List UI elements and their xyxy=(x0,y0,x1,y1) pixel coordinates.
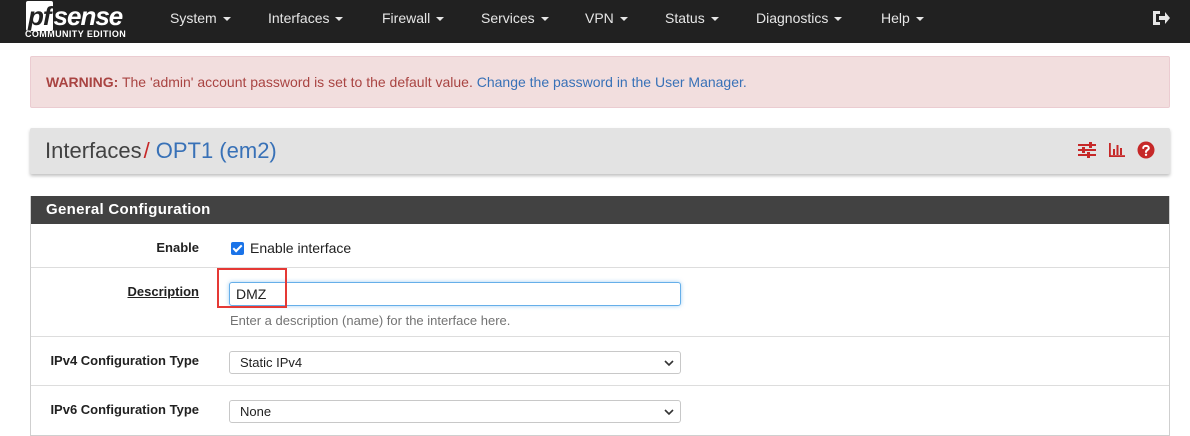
sign-out-icon[interactable] xyxy=(1151,9,1171,27)
nav-label: Diagnostics xyxy=(756,10,829,26)
breadcrumb-current[interactable]: OPT1 (em2) xyxy=(156,138,277,163)
ipv4-type-row: IPv4 Configuration Type Static IPv4 xyxy=(31,337,1169,386)
logo-pf-mark: pf xyxy=(26,1,53,31)
enable-row: Enable Enable interface xyxy=(31,224,1169,268)
change-password-link[interactable]: Change the password in the User Manager. xyxy=(477,74,747,90)
breadcrumb: Interfaces/OPT1 (em2) xyxy=(45,137,277,165)
description-row: Description Enter a description (name) f… xyxy=(31,268,1169,337)
nav-help-menu[interactable]: Help xyxy=(881,0,924,36)
enable-interface-label[interactable]: Enable interface xyxy=(250,240,351,256)
ipv6-type-select[interactable]: None xyxy=(229,400,681,423)
logo-edition: COMMUNITY EDITION xyxy=(25,29,127,39)
highlight-annotation xyxy=(217,268,287,308)
ipv6-type-selected: None xyxy=(240,404,272,419)
caret-down-icon xyxy=(915,17,924,22)
nav-services-menu[interactable]: Services xyxy=(481,0,549,36)
nav-label: System xyxy=(170,10,217,26)
breadcrumb-actions xyxy=(1071,141,1155,161)
nav-vpn-menu[interactable]: VPN xyxy=(585,0,628,36)
caret-down-icon xyxy=(222,17,231,22)
nav-system-menu[interactable]: System xyxy=(170,0,231,36)
breadcrumb-bar: Interfaces/OPT1 (em2) xyxy=(30,128,1170,174)
pfsense-logo[interactable]: pf sense COMMUNITY EDITION xyxy=(24,1,144,41)
panel-title: General Configuration xyxy=(31,196,1169,224)
ipv6-type-label: IPv6 Configuration Type xyxy=(50,402,199,417)
caret-down-icon xyxy=(335,17,344,22)
chevron-down-icon xyxy=(664,360,674,367)
general-configuration-panel: General Configuration Enable Enable inte… xyxy=(30,196,1170,436)
help-circle-icon[interactable] xyxy=(1137,141,1155,159)
nav-label: Help xyxy=(881,10,910,26)
logo-wordmark: pf sense xyxy=(26,1,123,31)
sliders-icon[interactable] xyxy=(1077,141,1097,159)
enable-interface-checkbox[interactable] xyxy=(231,242,244,255)
caret-down-icon xyxy=(834,17,843,22)
ipv4-type-selected: Static IPv4 xyxy=(240,355,303,370)
caret-down-icon xyxy=(540,17,549,22)
bar-chart-icon[interactable] xyxy=(1107,141,1127,159)
caret-down-icon xyxy=(436,17,445,22)
nav-label: Status xyxy=(665,10,705,26)
description-input[interactable] xyxy=(229,282,681,306)
nav-label: Interfaces xyxy=(268,10,330,26)
nav-label: VPN xyxy=(585,10,614,26)
warning-prefix: WARNING: xyxy=(46,74,119,90)
nav-interfaces-menu[interactable]: Interfaces xyxy=(268,0,344,36)
ipv4-type-label: IPv4 Configuration Type xyxy=(50,353,199,368)
chevron-down-icon xyxy=(664,409,674,416)
nav-label: Firewall xyxy=(382,10,431,26)
caret-down-icon xyxy=(710,17,719,22)
breadcrumb-separator: / xyxy=(143,138,150,163)
nav-status-menu[interactable]: Status xyxy=(665,0,719,36)
nav-diagnostics-menu[interactable]: Diagnostics xyxy=(756,0,843,36)
breadcrumb-root[interactable]: Interfaces xyxy=(45,138,142,163)
top-navbar: pf sense COMMUNITY EDITION System Interfa… xyxy=(0,0,1190,43)
description-help-text: Enter a description (name) for the inter… xyxy=(230,313,511,328)
caret-down-icon xyxy=(619,17,628,22)
warning-message: The 'admin' account password is set to t… xyxy=(118,74,477,90)
nav-label: Services xyxy=(481,10,535,26)
description-label: Description xyxy=(127,284,199,299)
enable-label: Enable xyxy=(156,240,199,255)
nav-firewall-menu[interactable]: Firewall xyxy=(382,0,445,36)
ipv4-type-select[interactable]: Static IPv4 xyxy=(229,351,681,374)
default-password-warning: WARNING: The 'admin' account password is… xyxy=(30,56,1170,108)
